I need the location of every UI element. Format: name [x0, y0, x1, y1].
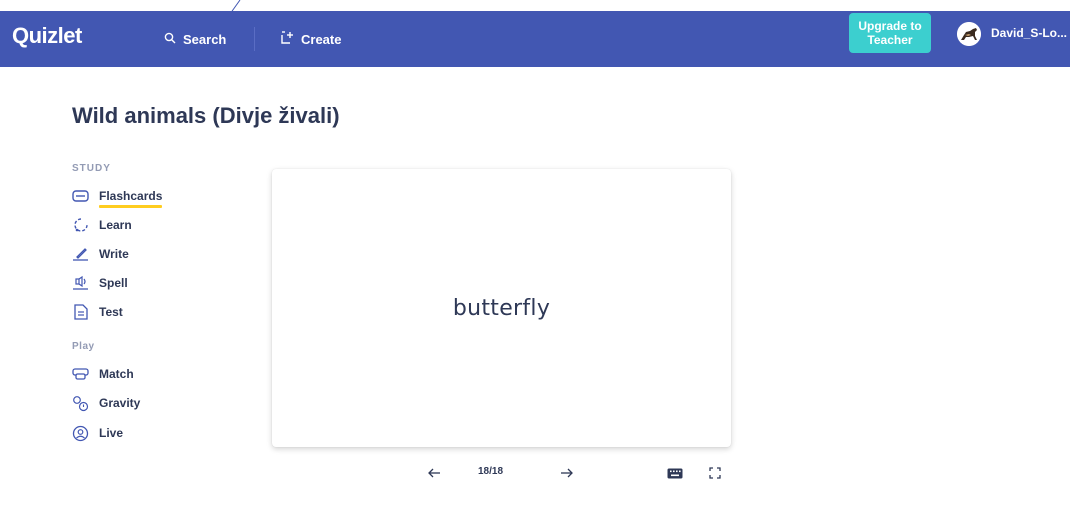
mode-write-label: Write: [99, 247, 129, 261]
spell-icon: [72, 275, 89, 292]
mode-flashcards[interactable]: Flashcards: [72, 186, 163, 208]
arrow-right-icon: [561, 468, 573, 478]
mode-match-label: Match: [99, 367, 134, 381]
mode-write[interactable]: Write: [72, 244, 129, 264]
study-section-label: STUDY: [72, 163, 111, 174]
fullscreen-button[interactable]: [707, 464, 723, 482]
mode-gravity-label: Gravity: [99, 396, 141, 410]
play-section-label: Play: [72, 341, 95, 352]
mode-learn[interactable]: Learn: [72, 215, 132, 235]
flashcards-icon: [72, 188, 89, 205]
mode-live[interactable]: Live: [72, 423, 123, 443]
card-counter: 18/18: [478, 466, 504, 477]
keyboard-shortcuts-button[interactable]: [666, 464, 684, 482]
horse-avatar-icon: [957, 22, 981, 46]
test-icon: [72, 304, 89, 321]
search-button[interactable]: Search: [164, 27, 226, 51]
username[interactable]: David_S-Lo...: [991, 26, 1067, 40]
upgrade-line-2: Teacher: [867, 33, 913, 47]
create-set-icon: [281, 31, 294, 47]
learn-icon: [72, 217, 89, 234]
live-icon: [72, 425, 89, 442]
search-icon: [164, 32, 176, 47]
create-button[interactable]: Create: [281, 27, 341, 51]
mode-learn-label: Learn: [99, 218, 132, 232]
write-icon: [72, 246, 89, 263]
gravity-icon: [72, 395, 89, 412]
active-underline: [99, 205, 163, 208]
quizlet-logo[interactable]: Quizlet: [12, 23, 82, 49]
fullscreen-icon: [709, 467, 721, 479]
upgrade-line-1: Upgrade to: [858, 19, 922, 33]
avatar[interactable]: [957, 22, 981, 46]
arrow-left-icon: [428, 468, 440, 478]
nav-divider: [254, 27, 255, 51]
previous-card-button[interactable]: [426, 464, 442, 482]
mode-spell[interactable]: Spell: [72, 273, 128, 293]
mode-test-label: Test: [99, 305, 123, 319]
mode-live-label: Live: [99, 426, 124, 440]
mode-spell-label: Spell: [99, 276, 128, 290]
mode-flashcards-label: Flashcards: [99, 189, 163, 203]
match-icon: [72, 366, 89, 383]
mode-match[interactable]: Match: [72, 364, 134, 384]
upgrade-to-teacher-button[interactable]: Upgrade to Teacher: [849, 13, 931, 53]
search-label: Search: [183, 31, 227, 47]
top-navbar: Quizlet Search Create Upgrade to Teacher…: [0, 11, 1070, 67]
flashcard-term: butterfly: [452, 295, 551, 321]
flashcard[interactable]: butterfly: [272, 169, 731, 447]
page-title: Wild animals (Divje živali): [72, 103, 340, 128]
create-label: Create: [301, 31, 342, 47]
next-card-button[interactable]: [559, 464, 575, 482]
mode-gravity[interactable]: Gravity: [72, 393, 140, 413]
keyboard-icon: [667, 468, 683, 478]
mode-test[interactable]: Test: [72, 302, 123, 322]
